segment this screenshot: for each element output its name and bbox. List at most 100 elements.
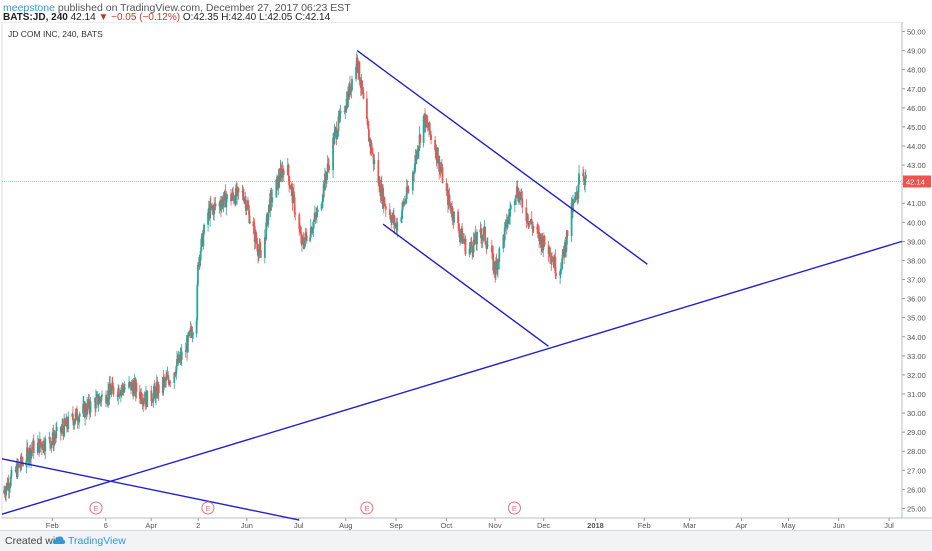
candle-body [328,165,330,171]
time-tick-label: Oct [440,521,453,530]
price-tick-label: 48.00 [907,66,926,75]
candle-body [95,397,97,409]
candle-body [203,224,205,234]
price-tick-label: 47.00 [907,85,926,94]
last-price-tag-label: 42.14 [906,177,925,186]
price-tick-label: 49.00 [907,47,926,56]
candle-body [358,61,361,80]
candle-body [271,197,274,203]
time-tick-label: Aug [339,521,352,530]
candle-body [237,188,240,193]
price-tick-label: 38.00 [907,256,926,265]
price-tick-label: 44.00 [907,142,926,151]
earnings-marker[interactable]: E [89,501,103,515]
price-tick-label: 33.00 [907,352,926,361]
candle-body [197,264,199,285]
chart-title: JD COM INC, 240, BATS [8,29,103,39]
time-tick-label: Apr [145,521,157,530]
time-tick-label: Sep [389,521,402,530]
candle-body [192,333,195,335]
price-tick-label: 37.00 [907,276,926,285]
candle-body [49,437,51,444]
price-tick-label: 29.00 [907,428,926,437]
candle-body [146,390,149,407]
candle-body [441,167,444,184]
time-tick-label: Jun [833,521,845,530]
candle-body [509,205,512,210]
price-tick-label: 28.00 [907,447,926,456]
candle-body [543,235,546,246]
price-tick-label: 43.00 [907,161,926,170]
candle-body [351,79,353,91]
earnings-marker[interactable]: E [360,501,374,515]
candle-body [419,134,422,143]
candle-body [180,351,183,360]
candle-body [32,440,35,453]
tradingview-cloud-icon [52,536,66,544]
candle-body [584,174,587,179]
price-tick-label: 34.00 [907,333,926,342]
earnings-label: E [364,504,369,513]
price-tick-label: 32.00 [907,371,926,380]
candle-body [112,386,115,395]
candle-body [73,421,76,426]
price-tick-label: 30.00 [907,409,926,418]
time-tick-label: Jul [884,521,894,530]
candle-body [89,401,92,413]
candle-body [453,211,455,223]
candle-body [259,250,262,258]
candle-body [428,122,431,133]
candle-body [339,111,342,114]
earnings-label: E [94,504,99,513]
time-tick-label: Feb [638,521,651,530]
candle-body [287,164,290,176]
earnings-marker[interactable]: E [507,501,521,515]
candle-body [202,233,205,247]
tradingview-link[interactable]: TradingView [68,535,126,547]
candle-body [521,198,524,208]
candle-body [124,387,126,389]
price-tick-label: 45.00 [907,123,926,132]
price-tick-label: 41.00 [907,199,926,208]
candle-body [407,189,410,191]
candle-body [384,206,387,210]
time-tick-label: 2018 [587,521,604,530]
time-tick-label: 2 [196,521,200,530]
time-tick-label: Apr [736,521,748,530]
candle-body [55,426,58,432]
candle-body [566,230,569,237]
time-tick-label: Mar [683,521,696,530]
candle-body [294,212,297,215]
footer-bar: Created with TradingView [0,530,932,551]
earnings-marker[interactable]: E [201,501,215,515]
candle-body [396,222,399,231]
time-tick-label: May [781,521,795,530]
time-tick-label: Feb [46,521,59,530]
candle-body [101,394,103,397]
candle-body [498,248,501,262]
earnings-label: E [205,504,210,513]
time-tick-label: 6 [104,521,108,530]
candle-body [449,201,451,204]
candle-body [366,118,369,125]
candle-body [365,98,368,119]
candle-body [578,173,580,185]
candle-body [169,382,172,384]
price-tick-label: 26.00 [907,485,926,494]
price-tick-label: 46.00 [907,104,926,113]
candle-body [226,194,228,200]
candle-body [532,226,535,228]
candle-body [196,284,199,321]
earnings-label: E [512,504,517,513]
price-tick-label: 40.00 [907,218,926,227]
candle-body [78,413,81,417]
plot-area [1,22,903,519]
candle-body [373,160,376,165]
candle-body [44,438,47,452]
candle-body [10,470,13,477]
candle-body [476,231,478,245]
candle-body [39,438,42,445]
price-chart[interactable]: 25.00 26.00 27.00 28.00 29.00 30.00 31.00 32.00… [0,22,932,530]
time-tick-label: Nov [488,521,502,530]
candle-body [157,384,160,394]
